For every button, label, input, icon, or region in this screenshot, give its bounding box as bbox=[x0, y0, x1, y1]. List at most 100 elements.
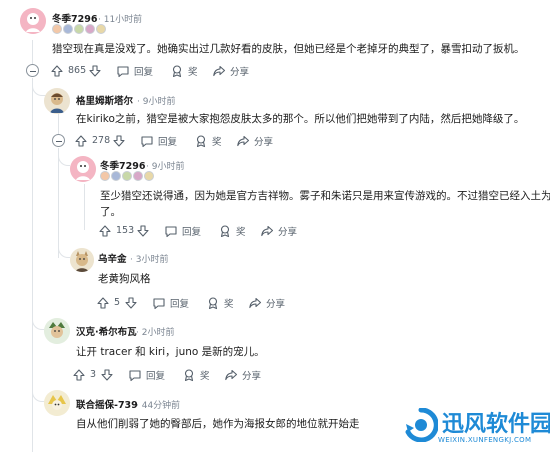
thread-line-level3 bbox=[84, 184, 85, 230]
reply-button[interactable]: 回复 bbox=[116, 64, 153, 78]
arrow-down-icon bbox=[136, 224, 150, 238]
share-button[interactable]: 分享 bbox=[248, 296, 285, 310]
vote-count: 3 bbox=[90, 369, 97, 380]
avatar[interactable] bbox=[70, 156, 96, 182]
award-button[interactable]: 奖 bbox=[218, 224, 246, 238]
thread-elbow bbox=[32, 82, 46, 96]
reply-button[interactable]: 回复 bbox=[128, 368, 165, 382]
username[interactable]: 冬季7296 bbox=[100, 158, 145, 172]
downvote-button[interactable] bbox=[112, 134, 126, 148]
share-button[interactable]: 分享 bbox=[212, 64, 249, 78]
upvote-button[interactable] bbox=[98, 224, 112, 238]
badges bbox=[100, 171, 154, 181]
arrow-down-icon bbox=[112, 134, 126, 148]
avatar[interactable] bbox=[44, 318, 70, 344]
upvote-button[interactable] bbox=[72, 368, 86, 382]
downvote-button[interactable] bbox=[124, 296, 138, 310]
badge-icon bbox=[96, 24, 106, 34]
avatar[interactable] bbox=[44, 390, 70, 416]
username[interactable]: 乌辛金 bbox=[98, 251, 127, 265]
avatar[interactable] bbox=[44, 88, 70, 114]
share-icon bbox=[248, 296, 262, 310]
downvote-button[interactable] bbox=[100, 368, 114, 382]
award-button[interactable]: 奖 bbox=[182, 368, 210, 382]
share-icon bbox=[212, 64, 226, 78]
badge-icon bbox=[63, 24, 73, 34]
avatar[interactable] bbox=[20, 8, 46, 34]
thread-elbow bbox=[58, 152, 70, 166]
arrow-up-icon bbox=[98, 224, 112, 238]
watermark-url: WEIXIN.XUNFENGKJ.COM bbox=[438, 436, 532, 444]
comment-text: 自从他们削弱了她的臀部后，她作为海报女郎的地位就开始走 bbox=[76, 418, 360, 430]
award-icon bbox=[206, 296, 220, 310]
watermark-logo-icon bbox=[405, 408, 438, 442]
speech-bubble-icon bbox=[128, 368, 142, 382]
downvote-button[interactable] bbox=[88, 64, 102, 78]
award-icon bbox=[218, 224, 232, 238]
timestamp: · 9小时前 bbox=[137, 97, 176, 107]
comment-text-line-1: 至少猎空还说得通，因为她是官方吉祥物。雾子和朱诺只是用来宣传游戏的。不过猎空已经… bbox=[100, 190, 550, 202]
arrow-up-icon bbox=[50, 64, 64, 78]
vote-count: 865 bbox=[68, 65, 87, 76]
arrow-up-icon bbox=[74, 134, 88, 148]
thread-elbow bbox=[58, 244, 70, 258]
arrow-down-icon bbox=[100, 368, 114, 382]
thread-line-root bbox=[32, 40, 33, 64]
reply-button[interactable]: 回复 bbox=[164, 224, 201, 238]
vote-count: 153 bbox=[116, 225, 135, 236]
timestamp: · 3小时前 bbox=[130, 255, 169, 265]
speech-bubble-icon bbox=[164, 224, 178, 238]
comment-text: 猎空现在真是没戏了。她确实出过几款好看的皮肤，但她已经是个老掉牙的典型了，暴雪扣… bbox=[52, 43, 525, 55]
collapse-thread-button[interactable] bbox=[52, 134, 65, 147]
arrow-down-icon bbox=[88, 64, 102, 78]
arrow-up-icon bbox=[72, 368, 86, 382]
username[interactable]: 汉克·希尔布瓦 bbox=[76, 324, 137, 338]
share-icon bbox=[260, 224, 274, 238]
upvote-button[interactable] bbox=[74, 134, 88, 148]
vote-count: 5 bbox=[114, 297, 121, 308]
collapse-thread-button[interactable] bbox=[26, 64, 39, 77]
speech-bubble-icon bbox=[140, 134, 154, 148]
award-button[interactable]: 奖 bbox=[170, 64, 198, 78]
share-button[interactable]: 分享 bbox=[224, 368, 261, 382]
badges bbox=[52, 24, 106, 34]
award-button[interactable]: 奖 bbox=[206, 296, 234, 310]
watermark: 迅风软件园 WEIXIN.XUNFENGKJ.COM bbox=[398, 400, 550, 452]
arrow-up-icon bbox=[96, 296, 110, 310]
username[interactable]: 冬季7296 bbox=[52, 11, 97, 25]
speech-bubble-icon bbox=[116, 64, 130, 78]
badge-icon bbox=[144, 171, 154, 181]
award-icon bbox=[182, 368, 196, 382]
comment-text: 老黄狗风格 bbox=[98, 273, 151, 285]
share-button[interactable]: 分享 bbox=[260, 224, 297, 238]
reply-button[interactable]: 回复 bbox=[152, 296, 189, 310]
award-icon bbox=[194, 134, 208, 148]
avatar[interactable] bbox=[70, 248, 94, 272]
badge-icon bbox=[52, 24, 62, 34]
badge-icon bbox=[100, 171, 110, 181]
share-icon bbox=[236, 134, 250, 148]
username[interactable]: 联合摇保-739 bbox=[76, 397, 138, 411]
upvote-button[interactable] bbox=[50, 64, 64, 78]
arrow-down-icon bbox=[124, 296, 138, 310]
comment-text: 让开 tracer 和 kiri，juno 是新的宠儿。 bbox=[76, 346, 265, 358]
speech-bubble-icon bbox=[152, 296, 166, 310]
badge-icon bbox=[133, 171, 143, 181]
timestamp: · 2小时前 bbox=[136, 328, 175, 338]
username[interactable]: 格里姆斯塔尔 bbox=[76, 93, 133, 107]
vote-count: 278 bbox=[92, 135, 111, 146]
comment-text-line-2: 了。 bbox=[100, 206, 121, 218]
upvote-button[interactable] bbox=[96, 296, 110, 310]
award-button[interactable]: 奖 bbox=[194, 134, 222, 148]
award-icon bbox=[170, 64, 184, 78]
badge-icon bbox=[122, 171, 132, 181]
watermark-title: 迅风软件园 bbox=[442, 412, 550, 437]
share-button[interactable]: 分享 bbox=[236, 134, 273, 148]
thread-line-level2-children bbox=[58, 148, 59, 258]
downvote-button[interactable] bbox=[136, 224, 150, 238]
badge-icon bbox=[74, 24, 84, 34]
comment-text: 在kiriko之前，猎空是被大家抱怨皮肤太多的那个。所以他们把她带到了内陆，然后… bbox=[76, 113, 525, 125]
reply-button[interactable]: 回复 bbox=[140, 134, 177, 148]
share-icon bbox=[224, 368, 238, 382]
badge-icon bbox=[111, 171, 121, 181]
